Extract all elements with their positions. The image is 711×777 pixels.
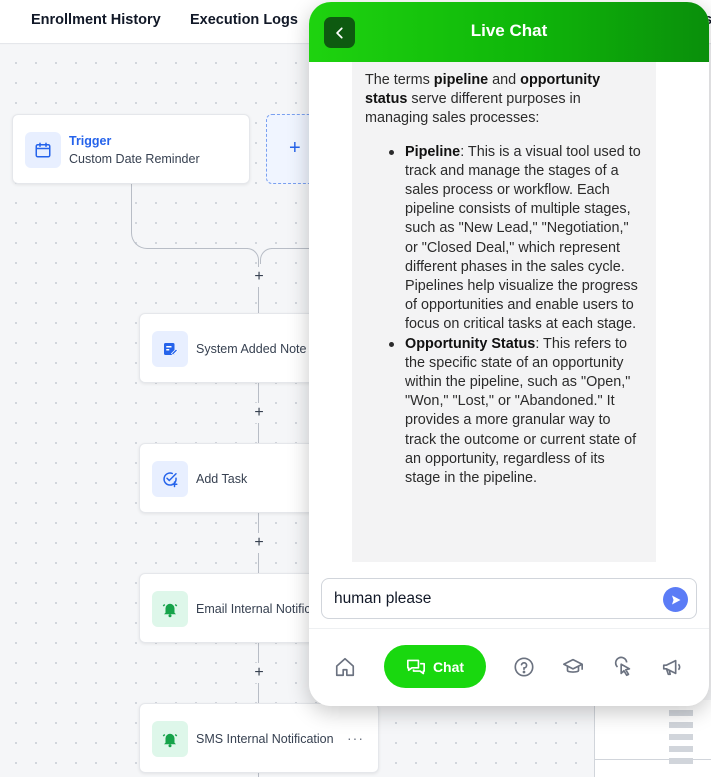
trigger-subtitle: Custom Date Reminder bbox=[69, 152, 200, 166]
list-item: Opportunity Status: This refers to the s… bbox=[389, 335, 643, 489]
message-intro: The terms pipeline and opportunity statu… bbox=[365, 72, 601, 127]
chat-title: Live Chat bbox=[470, 21, 548, 40]
chat-header: Live Chat bbox=[309, 2, 709, 62]
add-step-button[interactable]: + bbox=[249, 533, 269, 553]
agent-message-bubble: The terms pipeline and opportunity statu… bbox=[352, 62, 656, 562]
list-item: Pipeline: This is a visual tool used to … bbox=[389, 143, 643, 335]
node-label: Add Task bbox=[196, 472, 248, 486]
message-input-box[interactable]: human please bbox=[321, 578, 697, 619]
tab-enrollment-history[interactable]: Enrollment History bbox=[31, 12, 161, 28]
bell-icon bbox=[152, 721, 188, 757]
help-icon[interactable] bbox=[513, 656, 535, 678]
send-button[interactable] bbox=[663, 587, 688, 612]
bell-icon bbox=[152, 591, 188, 627]
side-panel-partial bbox=[594, 700, 711, 777]
nav-chat-button[interactable]: Chat bbox=[384, 645, 486, 688]
message-input[interactable]: human please bbox=[334, 590, 654, 608]
add-step-button[interactable]: + bbox=[249, 663, 269, 683]
node-label: System Added Note bbox=[196, 342, 307, 356]
connector-line bbox=[150, 248, 248, 249]
node-label: SMS Internal Notification bbox=[196, 732, 334, 746]
trigger-node[interactable]: Trigger Custom Date Reminder bbox=[12, 114, 250, 184]
message-list[interactable]: The terms pipeline and opportunity statu… bbox=[309, 62, 709, 572]
cursor-click-icon[interactable] bbox=[612, 656, 634, 678]
megaphone-icon[interactable] bbox=[661, 656, 683, 678]
send-icon bbox=[671, 595, 680, 604]
graduation-cap-icon[interactable] bbox=[562, 656, 584, 678]
more-options-button[interactable]: ··· bbox=[347, 730, 364, 746]
plus-icon: + bbox=[289, 137, 301, 159]
add-step-button[interactable]: + bbox=[249, 403, 269, 423]
bottom-nav: Chat bbox=[309, 628, 709, 706]
live-chat-widget: Live Chat The terms pipeline and opportu… bbox=[309, 2, 709, 706]
add-step-button[interactable]: + bbox=[249, 267, 269, 287]
connector-line bbox=[271, 248, 311, 249]
nav-chat-label: Chat bbox=[432, 658, 465, 675]
tab-execution-logs[interactable]: Execution Logs bbox=[190, 12, 298, 28]
task-check-icon bbox=[152, 461, 188, 497]
connector-line bbox=[258, 773, 259, 777]
message-list-items: Pipeline: This is a visual tool used to … bbox=[365, 143, 643, 489]
calendar-icon bbox=[25, 132, 61, 168]
note-edit-icon bbox=[152, 331, 188, 367]
connector-line bbox=[131, 184, 132, 232]
action-node-sms-internal-notification[interactable]: SMS Internal Notification ··· bbox=[139, 703, 379, 773]
home-icon[interactable] bbox=[334, 656, 356, 678]
trigger-title: Trigger bbox=[69, 134, 112, 148]
chat-icon bbox=[406, 659, 425, 674]
